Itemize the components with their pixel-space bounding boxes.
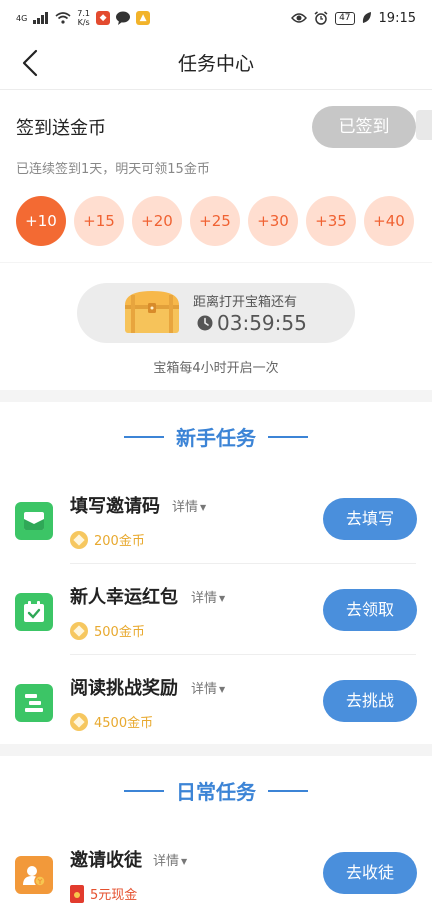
wifi-icon <box>55 12 71 24</box>
clock-time: 19:15 <box>378 10 416 26</box>
battery-icon: 47 <box>335 11 355 25</box>
task-name: 新人幸运红包 <box>70 587 178 608</box>
status-right: 47 19:15 <box>291 11 416 26</box>
coin-icon <box>70 530 88 549</box>
task-reward-text: 500金币 <box>94 625 145 640</box>
chest-countdown-label: 距离打开宝箱还有 <box>193 295 298 310</box>
daily-tasks-section: 日常任务 邀请收徒 详情 ▼ 5元现金 去收徒 <box>0 756 432 912</box>
calendar-check-icon <box>15 593 53 631</box>
signin-title: 签到送金币 <box>16 118 106 139</box>
task-detail-label: 详情 <box>191 682 218 697</box>
back-button[interactable] <box>14 46 46 80</box>
chevron-left-icon <box>22 49 38 77</box>
heading-line-left <box>124 789 164 792</box>
task-name: 填写邀请码 <box>70 496 160 517</box>
heading-line-right <box>268 435 308 438</box>
header: 任务中心 <box>0 36 432 90</box>
task-reward: 4500金币 <box>70 712 153 731</box>
caret-down-icon: ▼ <box>219 685 226 694</box>
task-name: 邀请收徒 <box>70 850 142 871</box>
task-reward-text: 200金币 <box>94 534 145 549</box>
caret-down-icon: ▼ <box>200 503 207 512</box>
coin-icon <box>70 712 88 731</box>
daily-tasks-heading: 日常任务 <box>0 776 432 805</box>
red-packet-icon <box>70 884 84 903</box>
signed-in-button[interactable]: 已签到 <box>312 106 416 148</box>
task-recruit-apprentice: 邀请收徒 详情 ▼ 5元现金 去收徒 <box>0 828 432 912</box>
heading-line-left <box>124 435 164 438</box>
go-fill-button[interactable]: 去填写 <box>323 498 417 540</box>
task-reward: 500金币 <box>70 621 145 640</box>
recruit-user-icon <box>15 856 53 894</box>
task-detail-link[interactable]: 详情 ▼ <box>172 496 206 515</box>
go-claim-button[interactable]: 去领取 <box>323 589 417 631</box>
chest-timer: 03:59:55 <box>197 311 307 335</box>
envelope-icon <box>15 502 53 540</box>
eye-icon <box>291 13 308 23</box>
daily-tasks-title: 日常任务 <box>176 780 256 804</box>
signin-card: 签到送金币 已签到 已连续签到1天，明天可领15金币 +10 +15 +20 +… <box>0 90 432 262</box>
status-bar: 4G 7.1 K/s ◆ ▲ 47 19:15 <box>0 0 432 36</box>
divider <box>70 563 416 564</box>
divider <box>70 654 416 655</box>
task-detail-label: 详情 <box>172 500 199 515</box>
list-icon <box>15 684 53 722</box>
task-detail-link[interactable]: 详情 ▼ <box>153 850 187 869</box>
network-speed: 7.1 K/s <box>77 9 90 27</box>
task-detail-label: 详情 <box>191 591 218 606</box>
status-left: 4G 7.1 K/s ◆ ▲ <box>16 9 151 27</box>
treasure-chest-area: 距离打开宝箱还有 03:59:55 宝箱每4小时开启一次 <box>0 263 432 390</box>
task-invite-code: 填写邀请码 详情 ▼ 200金币 去填写 <box>0 474 432 564</box>
treasure-chest-icon <box>125 291 179 333</box>
alarm-icon <box>314 11 328 25</box>
task-detail-label: 详情 <box>153 854 180 869</box>
heading-line-right <box>268 789 308 792</box>
daily-reward-day-5: +30 <box>248 196 298 246</box>
chest-timer-value: 03:59:55 <box>217 311 307 335</box>
signal-icon <box>33 12 49 24</box>
newbie-tasks-section: 新手任务 填写邀请码 详情 ▼ 200金币 去填写 新人幸运红包 详情 ▼ 500金… <box>0 402 432 744</box>
treasure-chest-button[interactable]: 距离打开宝箱还有 03:59:55 <box>77 283 355 343</box>
clock-icon <box>197 315 213 331</box>
fire-app-icon: ◆ <box>96 11 111 25</box>
caret-down-icon: ▼ <box>181 857 188 866</box>
task-detail-link[interactable]: 详情 ▼ <box>191 678 225 697</box>
side-tab-icon[interactable] <box>416 110 432 140</box>
page-title: 任务中心 <box>177 53 254 75</box>
task-reading-challenge: 阅读挑战奖励 详情 ▼ 4500金币 去挑战 <box>0 656 432 746</box>
task-reward-text: 4500金币 <box>94 716 154 731</box>
daily-reward-day-6: +35 <box>306 196 356 246</box>
message-icon <box>116 11 131 25</box>
daily-reward-day-1: +10 <box>16 196 66 246</box>
daily-reward-day-2: +15 <box>74 196 124 246</box>
coin-icon <box>70 621 88 640</box>
newbie-tasks-title: 新手任务 <box>176 426 256 450</box>
task-reward-text: 5元现金 <box>90 888 138 903</box>
network-type: 4G <box>16 13 28 23</box>
network-speed-unit: K/s <box>77 18 90 27</box>
daily-reward-day-3: +20 <box>132 196 182 246</box>
go-recruit-button[interactable]: 去收徒 <box>323 852 417 894</box>
leaf-icon <box>362 12 371 23</box>
daily-reward-row: +10 +15 +20 +25 +30 +35 +40 <box>16 196 414 246</box>
daily-reward-day-7: +40 <box>364 196 414 246</box>
daily-reward-day-4: +25 <box>190 196 240 246</box>
chest-note: 宝箱每4小时开启一次 <box>153 361 279 376</box>
app-notification-icon: ▲ <box>136 11 151 25</box>
caret-down-icon: ▼ <box>219 594 226 603</box>
task-detail-link[interactable]: 详情 ▼ <box>191 587 225 606</box>
signin-subtitle: 已连续签到1天，明天可领15金币 <box>16 162 210 177</box>
network-speed-value: 7.1 <box>77 9 91 18</box>
go-challenge-button[interactable]: 去挑战 <box>323 680 417 722</box>
task-reward: 200金币 <box>70 530 145 549</box>
task-name: 阅读挑战奖励 <box>70 678 178 699</box>
task-lucky-packet: 新人幸运红包 详情 ▼ 500金币 去领取 <box>0 565 432 655</box>
task-reward: 5元现金 <box>70 884 137 903</box>
newbie-tasks-heading: 新手任务 <box>0 422 432 451</box>
